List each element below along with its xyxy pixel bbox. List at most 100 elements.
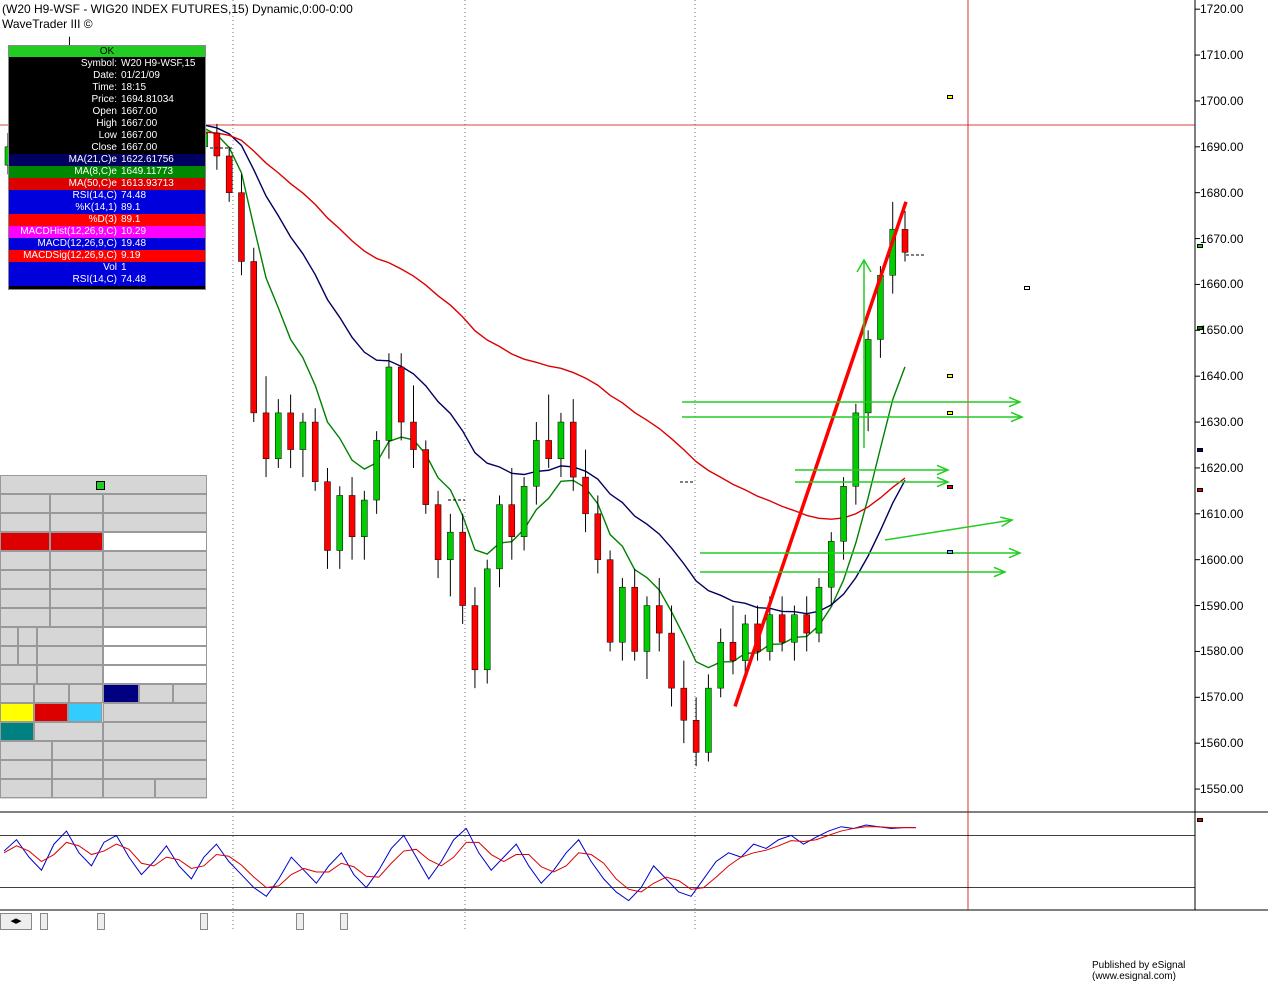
info-label: MACDHist(12,26,9,C) — [20, 226, 117, 237]
ratio-value — [50, 551, 103, 570]
info-value: 10.29 — [121, 226, 147, 237]
tab-2[interactable] — [200, 913, 208, 930]
price-tag — [1197, 818, 1203, 822]
ratio-target — [103, 589, 207, 608]
candle-body — [410, 421, 417, 450]
count-value — [103, 760, 207, 779]
candle-body — [545, 440, 552, 460]
info-row: MA(21,C)e 1622.61756 — [9, 154, 205, 166]
info-label: Close — [91, 142, 117, 153]
time-price-button[interactable] — [103, 741, 207, 760]
next-button[interactable] — [155, 779, 207, 798]
ratio-target — [103, 551, 207, 570]
alt-on-button[interactable] — [0, 741, 52, 760]
candle-body — [692, 719, 700, 753]
tab-0[interactable] — [40, 913, 48, 930]
info-row: Symbol: W20 H9-WSF,15 — [9, 58, 205, 70]
candle-body — [668, 632, 675, 689]
ratio-value — [50, 608, 103, 627]
ratio-value — [50, 494, 103, 513]
info-label: %D(3) — [88, 214, 117, 225]
candle-body — [324, 481, 331, 551]
candle-body — [643, 605, 651, 652]
info-label: Time: — [92, 82, 117, 93]
candle-body — [373, 440, 380, 501]
ratio-1to1-button[interactable] — [0, 722, 34, 741]
candle-body — [397, 366, 405, 423]
info-row: %K(14,1) 89.1 — [9, 202, 205, 214]
button-ftp[interactable] — [139, 684, 173, 703]
button-tws[interactable] — [0, 684, 34, 703]
candle-body — [213, 132, 221, 157]
candle-body — [447, 531, 454, 560]
candle-body — [840, 486, 847, 542]
move-xabcd-button[interactable] — [103, 722, 207, 741]
tab-1[interactable] — [97, 913, 105, 930]
button-twm[interactable] — [34, 684, 69, 703]
y-tick-label: 1550.00 — [1200, 782, 1244, 797]
candle-body — [496, 504, 503, 570]
point-key[interactable] — [18, 627, 37, 646]
ratio-button-38[interactable] — [0, 703, 34, 722]
info-label: Symbol: — [80, 58, 117, 69]
info-label: MA(8,C)e — [74, 166, 117, 177]
info-value: 1 — [121, 262, 127, 273]
point-key[interactable] — [0, 665, 37, 684]
ratio-label — [0, 608, 50, 627]
t-on-button[interactable] — [52, 760, 103, 779]
test-new-button[interactable] — [103, 703, 207, 722]
y-tick-label: 1650.00 — [1200, 323, 1244, 338]
info-label: MA(50,C)e — [68, 178, 117, 189]
ratio-label — [0, 570, 50, 589]
candle-body — [852, 412, 860, 487]
point-key[interactable] — [0, 627, 18, 646]
y-tick-label: 1570.00 — [1200, 690, 1244, 705]
y-tick-label: 1560.00 — [1200, 736, 1244, 751]
candle-body — [238, 192, 245, 262]
candle-body — [680, 687, 688, 721]
ratio-label — [0, 513, 50, 532]
button-hrmn[interactable] — [103, 684, 139, 703]
point-key[interactable] — [18, 646, 37, 665]
ratio-value — [50, 589, 103, 608]
info-value: 01/21/09 — [121, 70, 160, 81]
button-twf[interactable] — [69, 684, 103, 703]
info-value: 74.48 — [121, 274, 147, 285]
retr-on-button[interactable] — [34, 722, 103, 741]
ratio-label — [0, 532, 50, 551]
ratio-button-50[interactable] — [34, 703, 68, 722]
info-row: RSI(14,C) 74.48 — [9, 190, 205, 202]
projection-arrow — [884, 519, 1013, 541]
tab-3[interactable] — [296, 913, 304, 930]
candle-body — [361, 499, 368, 537]
info-row: MACDHist(12,26,9,C) 10.29 — [9, 226, 205, 238]
candle-body — [225, 155, 233, 193]
ratio-button-62[interactable] — [68, 703, 102, 722]
y-tick-label: 1640.00 — [1200, 369, 1244, 384]
info-row: MA(8,C)e 1649.11773 — [9, 166, 205, 178]
info-row: RSI(14,C) 74.48 — [9, 274, 205, 286]
y-tick-label: 1710.00 — [1200, 48, 1244, 63]
prev-button[interactable] — [103, 779, 155, 798]
ratio-target — [103, 570, 207, 589]
candle-body — [262, 412, 270, 460]
hide-button[interactable] — [0, 779, 52, 798]
candle-body — [533, 440, 540, 487]
tab-4[interactable] — [340, 913, 348, 930]
sw-on-button[interactable] — [0, 760, 52, 779]
y-tick-label: 1580.00 — [1200, 644, 1244, 659]
candle-body — [483, 568, 491, 671]
d-value — [103, 627, 207, 646]
candle-body — [606, 559, 614, 643]
rx-on-button[interactable] — [52, 741, 103, 760]
candle-body — [705, 687, 712, 753]
price-tag — [1197, 326, 1203, 331]
ratio-label — [0, 589, 50, 608]
info-label: RSI(14,C) — [72, 274, 117, 285]
point-key[interactable] — [0, 646, 18, 665]
gann-button[interactable] — [52, 779, 103, 798]
button-bpl[interactable] — [173, 684, 207, 703]
candle-body — [828, 541, 835, 588]
d-label — [37, 665, 103, 684]
info-row: Vol 1 — [9, 262, 205, 274]
